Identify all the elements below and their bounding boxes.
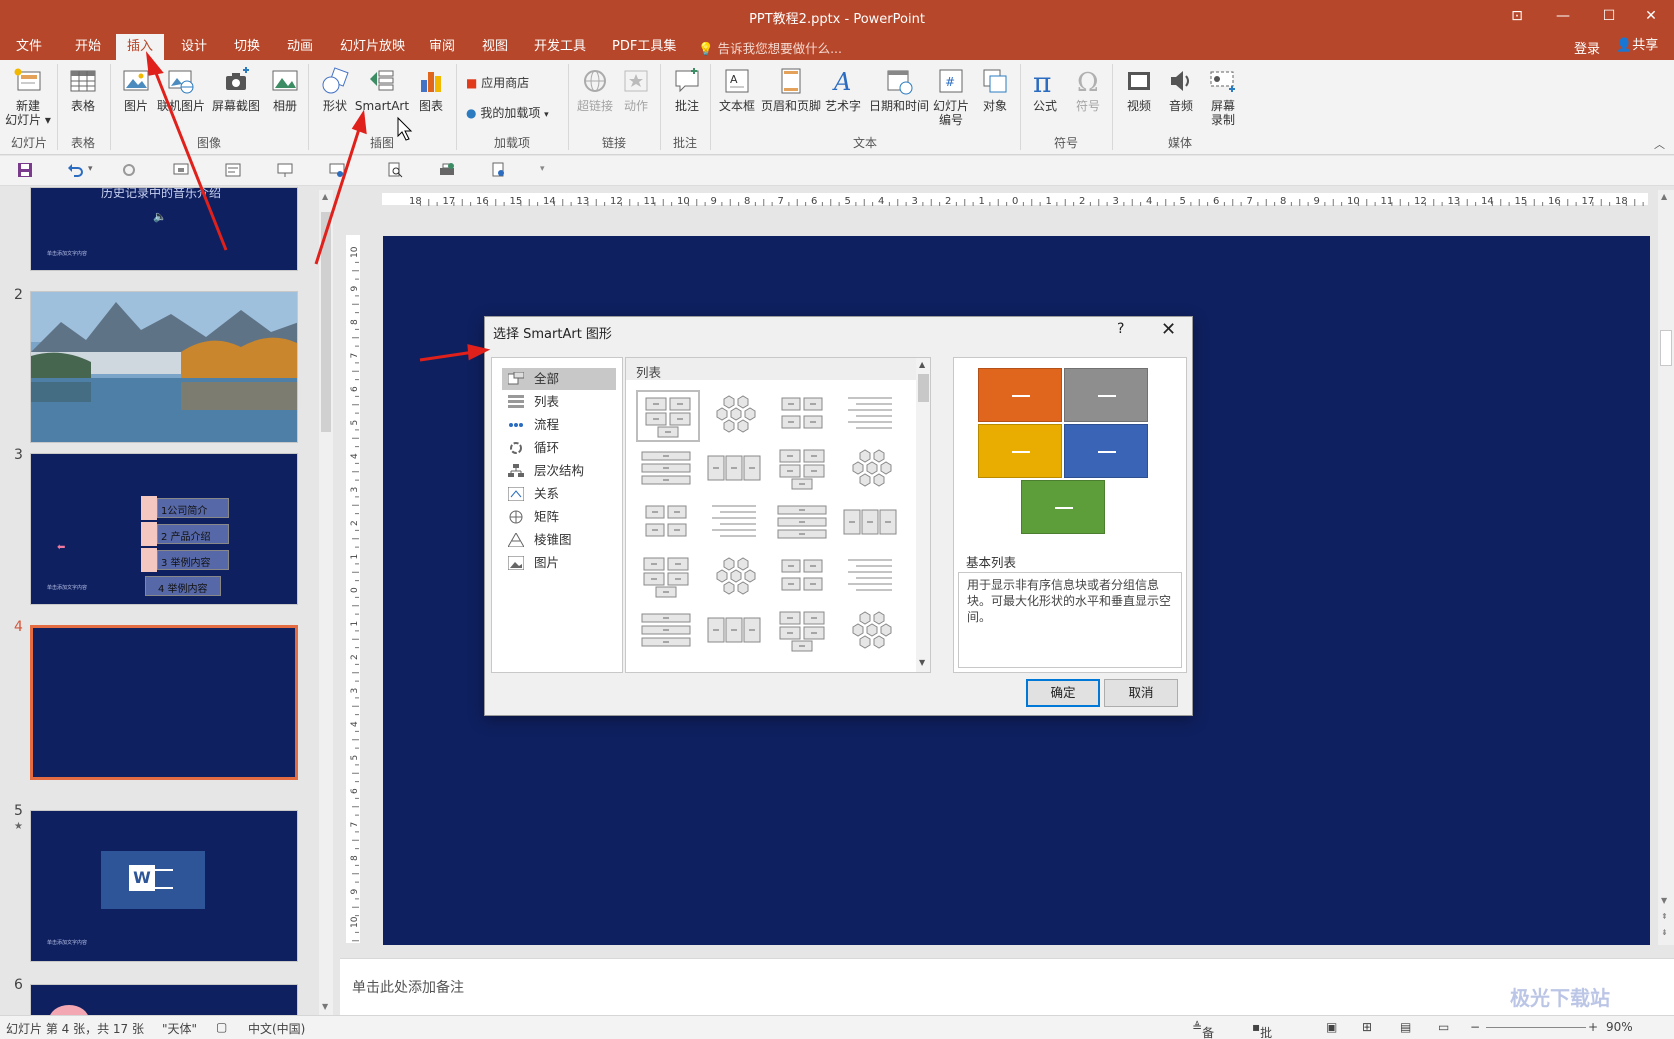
arrow-to-insert-tab <box>152 67 228 251</box>
annotation-arrows <box>145 51 491 362</box>
arrow-head-insert <box>145 51 164 76</box>
arrow-head-dialog <box>467 344 491 361</box>
arrow-to-dialog <box>419 350 475 362</box>
watermark-logo: 极光下载站 <box>1510 986 1610 1010</box>
arrow-to-smartart <box>314 125 362 265</box>
mouse-cursor-icon <box>397 116 413 141</box>
arrow-head-smartart <box>351 109 367 135</box>
